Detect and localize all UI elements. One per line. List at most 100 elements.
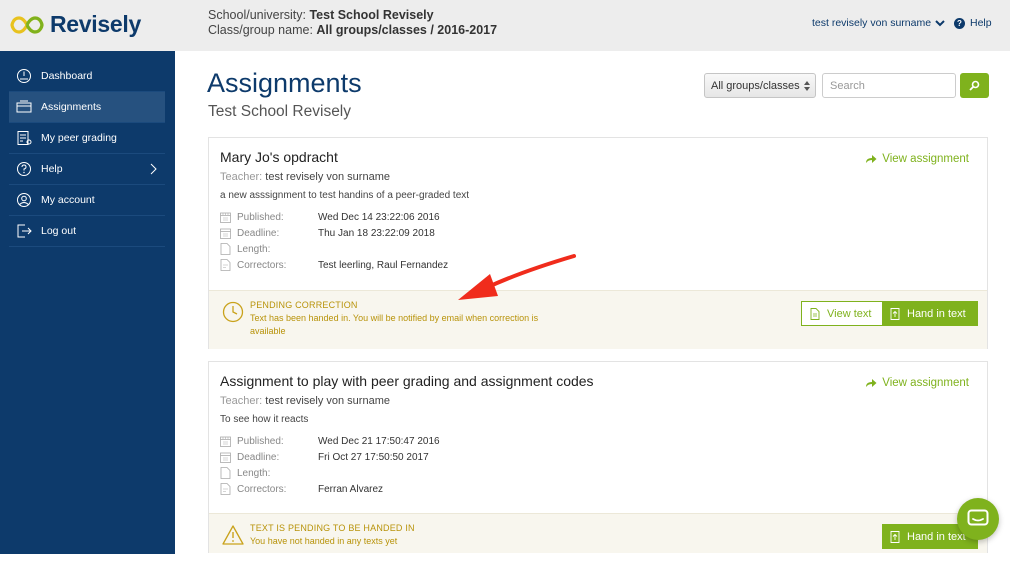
school-label: School/university: [208, 8, 306, 22]
class-name: All groups/classes / 2016-2017 [316, 23, 498, 37]
meta-value: Wed Dec 14 23:22:06 2016 [318, 211, 440, 223]
chevron-down-icon [935, 20, 945, 27]
meta-published: Published: Wed Dec 21 17:50:47 2016 [220, 434, 440, 448]
meta-value: Ferran Alvarez [318, 483, 384, 495]
meta-value: Wed Dec 21 17:50:47 2016 [318, 435, 440, 447]
search-input[interactable] [822, 73, 956, 98]
status-title: Pending correction [250, 300, 358, 310]
dashboard-icon [17, 69, 31, 83]
class-label: Class/group name: [208, 23, 313, 37]
hand-in-text-button[interactable]: Hand in text [882, 301, 978, 326]
group-select[interactable]: All groups/classes [704, 73, 816, 98]
assignment-card: Assignment to play with peer grading and… [208, 361, 988, 553]
sidebar-item-label: Dashboard [41, 70, 93, 82]
meta-label: Published: [237, 435, 284, 447]
assignment-card: Mary Jo's opdracht View assignment Teach… [208, 137, 988, 349]
upload-document-icon [890, 530, 900, 543]
sidebar-item-dashboard[interactable]: Dashboard [9, 61, 165, 92]
calendar-icon [220, 452, 231, 463]
view-assignment-link[interactable]: View assignment [865, 153, 969, 165]
sidebar-item-label: My account [41, 194, 95, 206]
meta-label: Deadline: [237, 451, 280, 463]
sidebar: Dashboard Assignments My peer grading He… [0, 51, 175, 554]
view-assignment-link[interactable]: View assignment [865, 377, 969, 389]
select-arrows-icon [804, 81, 810, 91]
meta-label: Deadline: [237, 227, 280, 239]
logout-icon [17, 224, 32, 238]
sidebar-item-my-account[interactable]: My account [9, 185, 165, 216]
document-icon [220, 467, 231, 479]
sidebar-item-assignments[interactable]: Assignments [9, 92, 165, 123]
help-icon [17, 162, 31, 176]
warning-triangle-icon [222, 525, 244, 545]
hand-in-label: Hand in text [907, 530, 966, 543]
assignment-description: To see how it reacts [220, 414, 309, 425]
status-bar: Text is pending to be handed in You have… [209, 513, 987, 553]
top-header: Revisely School/university: Test School … [0, 0, 1010, 51]
assignment-title: Mary Jo's opdracht [220, 149, 338, 165]
search-button[interactable] [960, 73, 989, 98]
view-text-button[interactable]: View text [801, 301, 883, 326]
annotation-arrow [458, 254, 576, 300]
meta-length: Length: [220, 466, 317, 480]
correctors-icon [220, 259, 231, 271]
correctors-icon [220, 483, 231, 495]
hand-in-label: Hand in text [907, 307, 966, 320]
meta-length: Length: [220, 242, 317, 256]
school-name: Test School Revisely [309, 8, 434, 22]
meta-value: Test leerling, Raul Fernandez [318, 259, 449, 271]
account-icon [17, 193, 31, 207]
help-link[interactable]: ? Help [954, 17, 992, 29]
status-bar: Pending correction Text has been handed … [209, 290, 987, 349]
document-icon [810, 307, 820, 320]
group-select-value: All groups/classes [711, 79, 800, 92]
chat-button[interactable] [957, 498, 999, 540]
peer-grading-icon [17, 131, 32, 145]
upload-document-icon [890, 307, 900, 320]
chat-icon [967, 509, 989, 526]
revisely-logo[interactable]: Revisely [10, 11, 141, 38]
sidebar-item-peer-grading[interactable]: My peer grading [9, 123, 165, 154]
user-name: test revisely von surname [812, 17, 932, 29]
teacher-label: Teacher: [220, 395, 263, 407]
share-arrow-icon [866, 155, 877, 163]
meta-label: Length: [237, 243, 271, 255]
meta-label: Published: [237, 211, 284, 223]
status-title: Text is pending to be handed in [250, 523, 415, 533]
meta-value: Fri Oct 27 17:50:50 2017 [318, 451, 429, 463]
teacher-name: test revisely von surname [265, 395, 390, 407]
view-assignment-label: View assignment [882, 153, 969, 165]
sidebar-item-label: My peer grading [41, 132, 117, 144]
sidebar-item-label: Log out [41, 225, 77, 237]
user-menu[interactable]: test revisely von surname [812, 17, 945, 29]
meta-deadline: Deadline: Fri Oct 27 17:50:50 2017 [220, 450, 429, 464]
clock-icon [222, 301, 244, 323]
document-icon [220, 243, 231, 255]
status-text: You have not handed in any texts yet [250, 536, 398, 546]
calendar-icon [220, 212, 231, 223]
page-title: Assignments [207, 68, 362, 98]
teacher-line: Teacher: test revisely von surname [220, 395, 390, 407]
status-text: Text has been handed in. You will be not… [250, 313, 539, 336]
sidebar-item-log-out[interactable]: Log out [9, 216, 165, 247]
teacher-name: test revisely von surname [265, 171, 390, 183]
share-arrow-icon [866, 379, 877, 387]
calendar-icon [220, 436, 231, 447]
meta-correctors: Correctors: Test leerling, Raul Fernande… [220, 258, 448, 272]
view-text-label: View text [827, 307, 872, 320]
school-info: School/university: Test School Revisely … [208, 8, 497, 38]
meta-label: Length: [237, 467, 271, 479]
meta-label: Correctors: [237, 483, 287, 495]
sidebar-item-label: Assignments [41, 101, 102, 113]
logo-text: Revisely [50, 11, 141, 37]
sidebar-item-help[interactable]: Help [9, 154, 165, 185]
assignments-icon [16, 100, 32, 113]
meta-deadline: Deadline: Thu Jan 18 23:22:09 2018 [220, 226, 435, 240]
calendar-icon [220, 228, 231, 239]
view-assignment-label: View assignment [882, 377, 969, 389]
sidebar-item-label: Help [41, 163, 63, 175]
search-icon [969, 80, 980, 91]
teacher-label: Teacher: [220, 171, 263, 183]
meta-published: Published: Wed Dec 14 23:22:06 2016 [220, 210, 440, 224]
teacher-line: Teacher: test revisely von surname [220, 171, 390, 183]
